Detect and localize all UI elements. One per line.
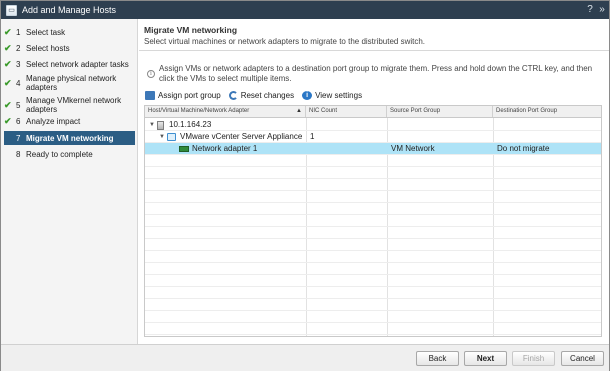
table-row-empty — [145, 275, 601, 287]
step-vmkernel-adapters[interactable]: ✔ 5 Manage VMkernel network adapters — [4, 96, 135, 114]
host-icon — [157, 121, 164, 130]
reset-changes-button[interactable]: Reset changes — [228, 91, 294, 100]
table-row-empty — [145, 251, 601, 263]
network-adapter-icon — [179, 146, 189, 152]
step-select-hosts[interactable]: ✔ 2 Select hosts — [4, 43, 135, 54]
view-settings-button[interactable]: i View settings — [302, 91, 362, 100]
table-row-empty — [145, 323, 601, 335]
step-ready-to-complete[interactable]: 8 Ready to complete — [4, 150, 135, 159]
assign-port-group-button[interactable]: Assign port group — [145, 91, 221, 100]
wizard-steps: ✔ 1 Select task ✔ 2 Select hosts ✔ 3 Sel… — [1, 19, 138, 344]
table-row-empty — [145, 179, 601, 191]
checkmark-icon: ✔ — [4, 27, 12, 37]
checkmark-icon: ✔ — [4, 116, 12, 126]
page-title: Migrate VM networking — [144, 25, 238, 35]
checkmark-icon: ✔ — [4, 99, 12, 110]
expand-arrow-icon[interactable]: ▼ — [149, 119, 155, 131]
port-group-icon — [145, 91, 155, 100]
table-row-empty — [145, 227, 601, 239]
table-row-empty — [145, 311, 601, 323]
migrate-vm-networking-page: Migrate VM networking Select virtual mac… — [139, 19, 609, 344]
step-analyze-impact[interactable]: ✔ 6 Analyze impact — [4, 116, 135, 127]
wizard-footer: Back Next Finish Cancel — [1, 344, 609, 371]
title-bar: ▭ Add and Manage Hosts ? » — [1, 1, 609, 19]
back-button[interactable]: Back — [416, 351, 459, 366]
table-row-empty — [145, 299, 601, 311]
grid-toolbar: Assign port group Reset changes i View s… — [145, 90, 370, 101]
info-message: Assign VMs or network adapters to a dest… — [159, 64, 593, 83]
info-circle-icon: i — [302, 91, 313, 100]
sort-ascending-icon: ▲ — [296, 108, 302, 114]
virtual-machine-icon — [167, 133, 176, 141]
column-host-vm-adapter[interactable]: Host/Virtual Machine/Network Adapter ▲ — [145, 106, 306, 117]
checkmark-icon: ✔ — [4, 59, 12, 69]
step-migrate-vm-networking[interactable]: 7 Migrate VM networking — [4, 131, 135, 145]
column-nic-count[interactable]: NIC Count — [306, 106, 387, 117]
column-source-port-group[interactable]: Source Port Group — [387, 106, 493, 117]
add-manage-hosts-dialog: ▭ Add and Manage Hosts ? » ✔ 1 Select ta… — [0, 0, 610, 371]
wizard-icon: ▭ — [6, 4, 17, 16]
grid-header: Host/Virtual Machine/Network Adapter ▲ N… — [145, 106, 601, 118]
table-row-empty — [145, 155, 601, 167]
help-icon[interactable]: ? — [584, 4, 596, 16]
column-destination-port-group[interactable]: Destination Port Group — [493, 106, 601, 117]
table-row-empty — [145, 239, 601, 251]
table-row-host[interactable]: ▼ 10.1.164.23 — [145, 119, 601, 131]
step-network-adapter-tasks[interactable]: ✔ 3 Select network adapter tasks — [4, 59, 135, 70]
expand-arrow-icon[interactable]: ▼ — [159, 131, 165, 143]
next-button[interactable]: Next — [464, 351, 507, 366]
expand-icon[interactable]: » — [596, 4, 608, 16]
table-row-network-adapter[interactable]: Network adapter 1 VM Network Do not migr… — [145, 143, 601, 155]
table-row-empty — [145, 191, 601, 203]
page-subtitle: Select virtual machines or network adapt… — [144, 37, 426, 46]
checkmark-icon: ✔ — [4, 43, 12, 53]
table-row-empty — [145, 215, 601, 227]
checkmark-icon: ✔ — [4, 77, 12, 88]
step-physical-adapters[interactable]: ✔ 4 Manage physical network adapters — [4, 74, 135, 92]
finish-button[interactable]: Finish — [512, 351, 555, 366]
step-select-task[interactable]: ✔ 1 Select task — [4, 27, 135, 38]
table-row-empty — [145, 167, 601, 179]
migration-grid: Host/Virtual Machine/Network Adapter ▲ N… — [144, 105, 602, 337]
undo-icon — [228, 91, 238, 100]
info-icon: i — [147, 70, 155, 78]
table-row-empty — [145, 263, 601, 275]
divider — [139, 50, 609, 51]
window-title: Add and Manage Hosts — [22, 5, 117, 15]
table-row-vm[interactable]: ▼ VMware vCenter Server Appliance 1 — [145, 131, 601, 143]
cancel-button[interactable]: Cancel — [561, 351, 604, 366]
table-row-empty — [145, 287, 601, 299]
table-row-empty — [145, 203, 601, 215]
